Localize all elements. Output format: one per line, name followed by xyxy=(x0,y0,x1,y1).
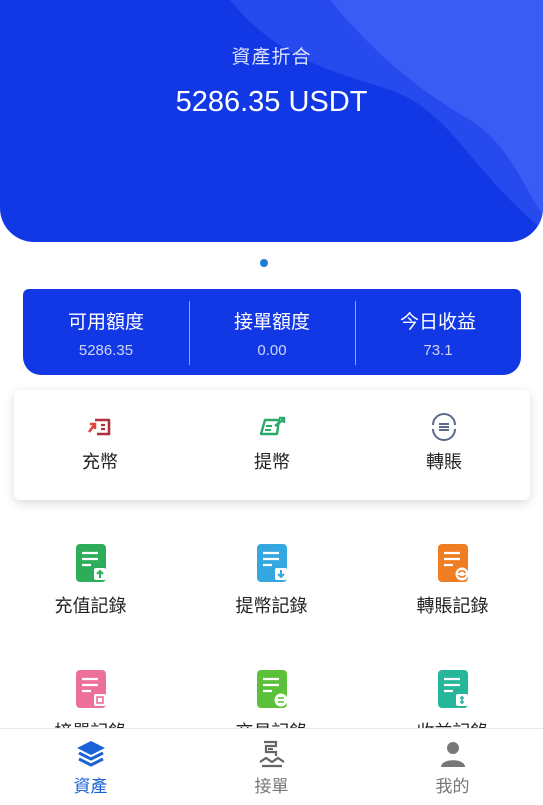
layers-icon xyxy=(76,741,105,767)
order-icon xyxy=(258,740,285,768)
income-record-label: 收益記錄 xyxy=(362,718,543,728)
order-record-item[interactable]: 接單記錄 xyxy=(0,654,181,728)
stat-title: 可用額度 xyxy=(67,311,144,333)
deposit-button[interactable]: 充幣 xyxy=(14,390,186,500)
deposit-label: 充幣 xyxy=(82,452,118,473)
stat-order-quota: 接單額度 0.00 xyxy=(189,289,355,375)
tab-orders[interactable]: 接單 xyxy=(181,729,362,805)
withdraw-label: 提幣 xyxy=(254,452,290,473)
deposit-record-icon xyxy=(75,544,106,582)
deposit-icon xyxy=(87,418,111,436)
income-record-icon xyxy=(437,670,468,708)
stat-value: 5286.35 xyxy=(78,342,134,359)
order-record-icon xyxy=(75,670,106,708)
withdraw-button[interactable]: 提幣 xyxy=(186,390,358,500)
stat-title: 今日收益 xyxy=(399,311,476,333)
records-grid: 充值記錄 提幣記錄 轉賬記錄 接單記錄 xyxy=(0,528,543,728)
transfer-record-item[interactable]: 轉賬記錄 xyxy=(362,528,543,618)
stat-available: 可用額度 5286.35 xyxy=(23,289,189,375)
transfer-icon xyxy=(432,413,456,441)
bottom-tab-bar: 資產 接單 我的 xyxy=(0,728,543,805)
tab-mine-label: 我的 xyxy=(435,777,470,797)
quick-actions: 充幣 提幣 轉賬 xyxy=(14,390,530,500)
asset-total-value: 5286.35 USDT xyxy=(175,86,368,118)
transfer-button[interactable]: 轉賬 xyxy=(358,390,530,500)
stat-today-income: 今日收益 73.1 xyxy=(355,289,521,375)
order-record-label: 接單記錄 xyxy=(0,718,181,728)
transfer-label: 轉賬 xyxy=(426,452,462,473)
withdraw-icon xyxy=(259,416,286,436)
deposit-record-label: 充值記錄 xyxy=(54,596,127,617)
trade-record-item[interactable]: 交易記錄 xyxy=(181,654,362,728)
withdraw-record-icon xyxy=(256,544,287,582)
transfer-record-icon xyxy=(437,544,468,582)
transfer-record-label: 轉賬記錄 xyxy=(416,596,489,617)
withdraw-record-label: 提幣記錄 xyxy=(235,596,308,617)
withdraw-record-item[interactable]: 提幣記錄 xyxy=(181,528,362,618)
banner-wave-decoration xyxy=(230,0,543,230)
tab-assets[interactable]: 資產 xyxy=(0,729,181,805)
balance-summary: 可用額度 5286.35 接單額度 0.00 今日收益 73.1 xyxy=(23,289,521,375)
tab-assets-label: 資產 xyxy=(73,777,108,797)
income-record-item[interactable]: 收益記錄 xyxy=(362,654,543,728)
asset-banner: 資產折合 5286.35 USDT xyxy=(0,0,543,242)
stat-value: 0.00 xyxy=(257,342,287,359)
asset-total-label: 資產折合 xyxy=(231,46,312,68)
stat-title: 接單額度 xyxy=(233,311,310,333)
stat-value: 73.1 xyxy=(423,342,453,359)
carousel-indicator[interactable] xyxy=(260,259,268,267)
deposit-record-item[interactable]: 充值記錄 xyxy=(0,528,181,618)
trade-record-label: 交易記錄 xyxy=(181,718,362,728)
trade-record-icon xyxy=(256,670,287,708)
tab-mine[interactable]: 我的 xyxy=(362,729,543,805)
user-icon xyxy=(440,742,465,767)
tab-orders-label: 接單 xyxy=(254,777,289,797)
